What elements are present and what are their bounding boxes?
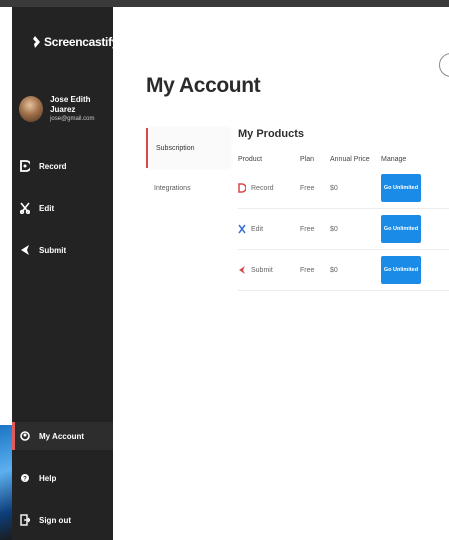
logo-text: Screencastify: [44, 35, 119, 49]
column-header-plan: Plan: [300, 155, 315, 163]
edit-icon: [19, 202, 31, 214]
submit-icon: [19, 244, 31, 256]
go-unlimited-button[interactable]: Go Unlimited: [381, 174, 421, 202]
manage-cell: Go Unlimited: [381, 174, 449, 202]
sidebar-item-label: Help: [39, 473, 57, 483]
app-logo[interactable]: Screencastify: [30, 35, 118, 49]
sidebar-item-label: Record: [39, 161, 67, 171]
products-panel: My Products Product Plan Annual Price Ma…: [238, 128, 449, 291]
window-top-bar: [0, 0, 449, 7]
go-unlimited-button[interactable]: Go Unlimited: [381, 215, 421, 243]
plan-cell: Free: [300, 184, 315, 192]
manage-cell: Go Unlimited: [381, 215, 449, 243]
sidebar-item-label: Sign out: [39, 515, 71, 525]
table-row: Submit Free $0 Go Unlimited: [238, 250, 449, 291]
avatar: [19, 96, 44, 122]
page-title: My Account: [146, 74, 261, 98]
plan-cell: Free: [300, 266, 315, 274]
product-cell: Submit: [238, 265, 300, 275]
sidebar-item-label: Submit: [39, 245, 67, 255]
sidebar-item-help[interactable]: ? Help: [12, 464, 113, 492]
svg-text:?: ?: [23, 477, 27, 483]
table-row: Edit Free $0 Go Unlimited: [238, 209, 449, 250]
sidebar-item-submit[interactable]: Submit: [12, 236, 113, 264]
plan-cell: Free: [300, 225, 315, 233]
sidebar-item-my-account[interactable]: My Account: [12, 422, 113, 450]
product-name: Submit: [251, 266, 273, 274]
help-icon: ?: [19, 472, 31, 484]
tab-integrations[interactable]: Integrations: [146, 168, 230, 208]
user-name: Jose Edith Juarez: [50, 95, 91, 114]
manage-cell: Go Unlimited: [381, 256, 449, 284]
sign-out-icon: [19, 514, 31, 526]
screencastify-logo-icon: [33, 36, 40, 48]
price-cell: $0: [330, 225, 338, 233]
go-unlimited-button[interactable]: Go Unlimited: [381, 256, 421, 284]
account-icon: [19, 430, 31, 442]
product-cell: Edit: [238, 224, 300, 234]
column-header-product: Product: [238, 155, 263, 163]
column-header-manage: Manage: [381, 155, 407, 163]
edit-icon: [238, 224, 246, 234]
products-title: My Products: [238, 128, 305, 140]
tab-subscription[interactable]: Subscription: [146, 128, 230, 168]
product-name: Record: [251, 184, 274, 192]
sidebar-item-label: Edit: [39, 203, 55, 213]
record-icon: [238, 183, 246, 193]
product-name: Edit: [251, 225, 264, 233]
sidebar-item-sign-out[interactable]: Sign out: [12, 506, 113, 534]
table-row: Record Free $0 Go Unlimited: [238, 168, 449, 209]
user-profile[interactable]: Jose Edith Juarez jose@gmail.com: [19, 95, 113, 123]
sidebar-item-edit[interactable]: Edit: [12, 194, 113, 222]
user-email: jose@gmail.com: [50, 116, 95, 122]
products-table-header: Product Plan Annual Price Manage: [238, 150, 449, 168]
column-header-price: Annual Price: [330, 155, 370, 163]
product-cell: Record: [238, 183, 300, 193]
account-subnav: Subscription Integrations: [146, 128, 230, 208]
sidebar-item-label: My Account: [39, 431, 85, 441]
record-icon: [19, 160, 31, 172]
sidebar: Screencastify Jose Edith Juarez jose@gma…: [12, 7, 118, 540]
profile-circle-button[interactable]: [439, 53, 449, 77]
price-cell: $0: [330, 266, 338, 274]
sidebar-item-record[interactable]: Record: [12, 152, 113, 180]
price-cell: $0: [330, 184, 338, 192]
submit-icon: [239, 266, 245, 274]
